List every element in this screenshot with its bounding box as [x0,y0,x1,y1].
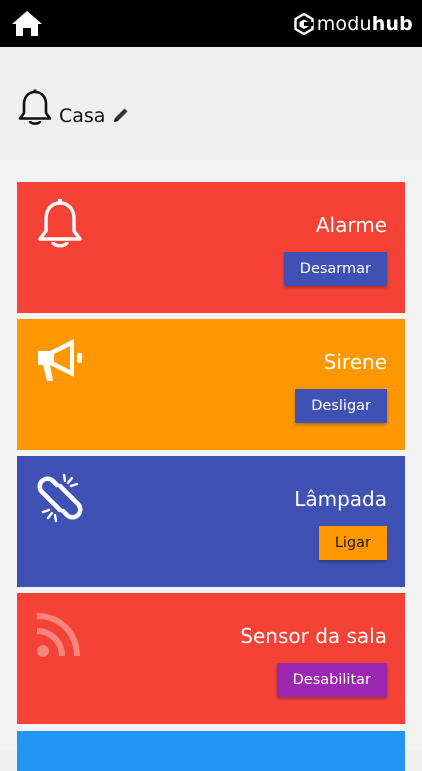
device-title: Sensor da sala [240,624,387,648]
disable-button[interactable]: Desabilitar [276,663,387,697]
rss-feed-icon [36,613,80,657]
device-title: Lâmpada [294,487,387,511]
turn-off-button[interactable]: Desligar [295,389,387,423]
brand-wordmark-bold: hub [371,13,413,35]
brand-wordmark-light: modu [316,13,372,35]
brand-wordmark: moduhub [317,13,413,35]
broken-link-icon [37,473,83,523]
pencil-icon[interactable] [112,106,130,124]
device-list: Alarme Desarmar Sirene Desligar Lâmpada [0,160,422,771]
page-title: Casa [59,105,106,127]
device-title: Alarme [315,213,387,237]
bell-icon [38,199,82,248]
device-card-sensor-da-sala: Sensor da sala Desabilitar [17,593,405,724]
device-card-sirene: Sirene Desligar [17,319,405,450]
disarm-button[interactable]: Desarmar [283,252,387,286]
top-app-bar: moduhub [0,0,422,47]
device-card-partial [17,731,405,771]
megaphone-icon [38,339,82,381]
device-title: Sirene [323,350,387,374]
hub-logo-icon [293,13,314,35]
brand-logo: moduhub [293,12,413,36]
home-icon[interactable] [11,9,43,37]
bell-icon [18,89,52,125]
turn-on-button[interactable]: Ligar [318,526,387,560]
device-card-lampada: Lâmpada Ligar [17,456,405,587]
page-header: Casa [0,47,422,160]
device-card-alarme: Alarme Desarmar [17,182,405,313]
